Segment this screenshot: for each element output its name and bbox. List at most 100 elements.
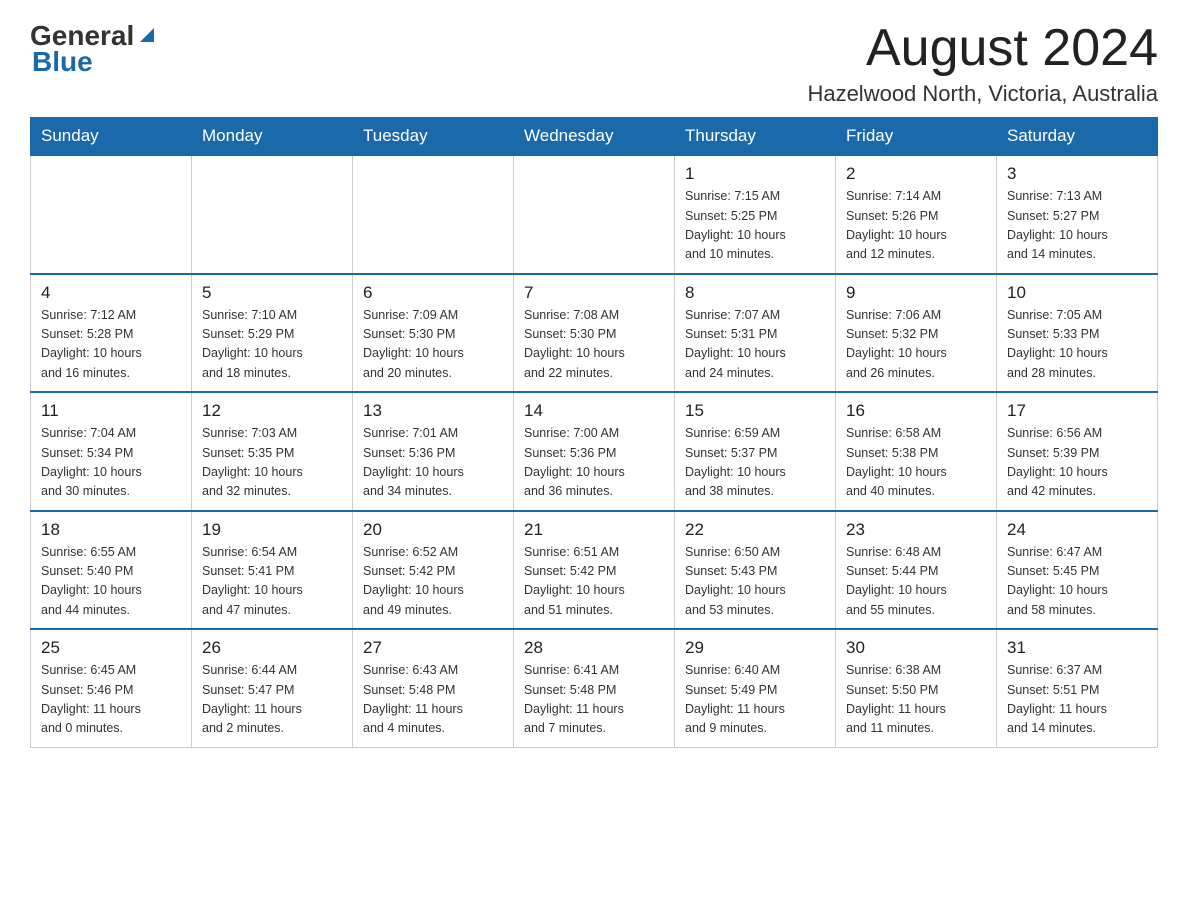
calendar-day-cell: 10 Sunrise: 7:05 AMSunset: 5:33 PMDayligh… xyxy=(997,274,1158,393)
calendar-table: SundayMondayTuesdayWednesdayThursdayFrid… xyxy=(30,117,1158,748)
calendar-day-cell: 1 Sunrise: 7:15 AMSunset: 5:25 PMDaylight… xyxy=(675,155,836,274)
day-info: Sunrise: 7:03 AMSunset: 5:35 PMDaylight:… xyxy=(202,424,342,502)
calendar-day-cell: 18Sunrise: 6:55 AMSunset: 5:40 PMDayligh… xyxy=(31,511,192,630)
calendar-week-row: 4 Sunrise: 7:12 AMSunset: 5:28 PMDaylight… xyxy=(31,274,1158,393)
day-info: Sunrise: 7:06 AMSunset: 5:32 PMDaylight:… xyxy=(846,306,986,384)
header-title-block: August 2024 Hazelwood North, Victoria, A… xyxy=(807,20,1158,107)
calendar-day-cell: 5 Sunrise: 7:10 AMSunset: 5:29 PMDaylight… xyxy=(192,274,353,393)
calendar-day-cell: 13 Sunrise: 7:01 AMSunset: 5:36 PMDayligh… xyxy=(353,392,514,511)
day-number: 5 xyxy=(202,283,342,303)
calendar-day-cell: 15 Sunrise: 6:59 AMSunset: 5:37 PMDayligh… xyxy=(675,392,836,511)
calendar-day-cell: 29 Sunrise: 6:40 AMSunset: 5:49 PMDayligh… xyxy=(675,629,836,747)
day-info: Sunrise: 6:59 AMSunset: 5:37 PMDaylight:… xyxy=(685,424,825,502)
calendar-day-cell: 2 Sunrise: 7:14 AMSunset: 5:26 PMDaylight… xyxy=(836,155,997,274)
day-number: 29 xyxy=(685,638,825,658)
calendar-day-cell xyxy=(353,155,514,274)
day-number: 3 xyxy=(1007,164,1147,184)
calendar-day-cell: 12Sunrise: 7:03 AMSunset: 5:35 PMDayligh… xyxy=(192,392,353,511)
day-number: 1 xyxy=(685,164,825,184)
calendar-day-cell: 17 Sunrise: 6:56 AMSunset: 5:39 PMDayligh… xyxy=(997,392,1158,511)
logo-blue-text: Blue xyxy=(32,46,93,78)
day-number: 26 xyxy=(202,638,342,658)
day-info: Sunrise: 6:51 AMSunset: 5:42 PMDaylight:… xyxy=(524,543,664,621)
day-info: Sunrise: 7:04 AMSunset: 5:34 PMDaylight:… xyxy=(41,424,181,502)
calendar-day-cell: 31 Sunrise: 6:37 AMSunset: 5:51 PMDayligh… xyxy=(997,629,1158,747)
day-number: 9 xyxy=(846,283,986,303)
calendar-day-cell: 3Sunrise: 7:13 AMSunset: 5:27 PMDaylight… xyxy=(997,155,1158,274)
day-info: Sunrise: 6:55 AMSunset: 5:40 PMDaylight:… xyxy=(41,543,181,621)
calendar-day-cell: 8Sunrise: 7:07 AMSunset: 5:31 PMDaylight… xyxy=(675,274,836,393)
day-info: Sunrise: 7:14 AMSunset: 5:26 PMDaylight:… xyxy=(846,187,986,265)
calendar-day-cell: 30 Sunrise: 6:38 AMSunset: 5:50 PMDayligh… xyxy=(836,629,997,747)
day-number: 2 xyxy=(846,164,986,184)
day-info: Sunrise: 7:12 AMSunset: 5:28 PMDaylight:… xyxy=(41,306,181,384)
day-info: Sunrise: 6:37 AMSunset: 5:51 PMDaylight:… xyxy=(1007,661,1147,739)
day-info: Sunrise: 7:01 AMSunset: 5:36 PMDaylight:… xyxy=(363,424,503,502)
calendar-day-cell: 25Sunrise: 6:45 AMSunset: 5:46 PMDayligh… xyxy=(31,629,192,747)
calendar-header-row: SundayMondayTuesdayWednesdayThursdayFrid… xyxy=(31,118,1158,156)
day-info: Sunrise: 6:52 AMSunset: 5:42 PMDaylight:… xyxy=(363,543,503,621)
calendar-day-cell: 9 Sunrise: 7:06 AMSunset: 5:32 PMDaylight… xyxy=(836,274,997,393)
day-info: Sunrise: 6:56 AMSunset: 5:39 PMDaylight:… xyxy=(1007,424,1147,502)
day-number: 19 xyxy=(202,520,342,540)
day-info: Sunrise: 6:44 AMSunset: 5:47 PMDaylight:… xyxy=(202,661,342,739)
calendar-week-row: 18Sunrise: 6:55 AMSunset: 5:40 PMDayligh… xyxy=(31,511,1158,630)
month-title: August 2024 xyxy=(807,20,1158,77)
day-number: 11 xyxy=(41,401,181,421)
calendar-day-cell xyxy=(31,155,192,274)
day-number: 22 xyxy=(685,520,825,540)
calendar-day-cell: 27Sunrise: 6:43 AMSunset: 5:48 PMDayligh… xyxy=(353,629,514,747)
day-info: Sunrise: 7:10 AMSunset: 5:29 PMDaylight:… xyxy=(202,306,342,384)
day-number: 7 xyxy=(524,283,664,303)
day-number: 20 xyxy=(363,520,503,540)
col-header-wednesday: Wednesday xyxy=(514,118,675,156)
day-number: 30 xyxy=(846,638,986,658)
calendar-day-cell: 24Sunrise: 6:47 AMSunset: 5:45 PMDayligh… xyxy=(997,511,1158,630)
day-number: 21 xyxy=(524,520,664,540)
day-number: 13 xyxy=(363,401,503,421)
day-number: 31 xyxy=(1007,638,1147,658)
day-info: Sunrise: 7:00 AMSunset: 5:36 PMDaylight:… xyxy=(524,424,664,502)
calendar-day-cell: 16 Sunrise: 6:58 AMSunset: 5:38 PMDayligh… xyxy=(836,392,997,511)
day-info: Sunrise: 6:54 AMSunset: 5:41 PMDaylight:… xyxy=(202,543,342,621)
day-info: Sunrise: 7:05 AMSunset: 5:33 PMDaylight:… xyxy=(1007,306,1147,384)
day-number: 4 xyxy=(41,283,181,303)
calendar-week-row: 1 Sunrise: 7:15 AMSunset: 5:25 PMDaylight… xyxy=(31,155,1158,274)
day-number: 6 xyxy=(363,283,503,303)
calendar-week-row: 25Sunrise: 6:45 AMSunset: 5:46 PMDayligh… xyxy=(31,629,1158,747)
day-number: 8 xyxy=(685,283,825,303)
calendar-day-cell: 19 Sunrise: 6:54 AMSunset: 5:41 PMDayligh… xyxy=(192,511,353,630)
location-subtitle: Hazelwood North, Victoria, Australia xyxy=(807,81,1158,107)
day-info: Sunrise: 6:38 AMSunset: 5:50 PMDaylight:… xyxy=(846,661,986,739)
calendar-day-cell: 22 Sunrise: 6:50 AMSunset: 5:43 PMDayligh… xyxy=(675,511,836,630)
day-info: Sunrise: 6:40 AMSunset: 5:49 PMDaylight:… xyxy=(685,661,825,739)
col-header-tuesday: Tuesday xyxy=(353,118,514,156)
day-number: 17 xyxy=(1007,401,1147,421)
calendar-day-cell: 26 Sunrise: 6:44 AMSunset: 5:47 PMDayligh… xyxy=(192,629,353,747)
day-number: 23 xyxy=(846,520,986,540)
day-number: 15 xyxy=(685,401,825,421)
col-header-monday: Monday xyxy=(192,118,353,156)
day-info: Sunrise: 6:48 AMSunset: 5:44 PMDaylight:… xyxy=(846,543,986,621)
calendar-day-cell: 21 Sunrise: 6:51 AMSunset: 5:42 PMDayligh… xyxy=(514,511,675,630)
day-info: Sunrise: 7:15 AMSunset: 5:25 PMDaylight:… xyxy=(685,187,825,265)
day-number: 25 xyxy=(41,638,181,658)
calendar-day-cell: 23 Sunrise: 6:48 AMSunset: 5:44 PMDayligh… xyxy=(836,511,997,630)
logo-triangle-icon xyxy=(136,24,158,46)
col-header-sunday: Sunday xyxy=(31,118,192,156)
day-info: Sunrise: 6:58 AMSunset: 5:38 PMDaylight:… xyxy=(846,424,986,502)
calendar-day-cell: 28 Sunrise: 6:41 AMSunset: 5:48 PMDayligh… xyxy=(514,629,675,747)
page-header: General Blue August 2024 Hazelwood North… xyxy=(30,20,1158,107)
day-info: Sunrise: 6:50 AMSunset: 5:43 PMDaylight:… xyxy=(685,543,825,621)
calendar-day-cell: 11 Sunrise: 7:04 AMSunset: 5:34 PMDayligh… xyxy=(31,392,192,511)
day-number: 28 xyxy=(524,638,664,658)
day-info: Sunrise: 6:41 AMSunset: 5:48 PMDaylight:… xyxy=(524,661,664,739)
day-number: 10 xyxy=(1007,283,1147,303)
calendar-day-cell: 7Sunrise: 7:08 AMSunset: 5:30 PMDaylight… xyxy=(514,274,675,393)
logo: General Blue xyxy=(30,20,158,78)
col-header-saturday: Saturday xyxy=(997,118,1158,156)
day-number: 16 xyxy=(846,401,986,421)
day-info: Sunrise: 6:47 AMSunset: 5:45 PMDaylight:… xyxy=(1007,543,1147,621)
day-number: 27 xyxy=(363,638,503,658)
calendar-week-row: 11 Sunrise: 7:04 AMSunset: 5:34 PMDayligh… xyxy=(31,392,1158,511)
